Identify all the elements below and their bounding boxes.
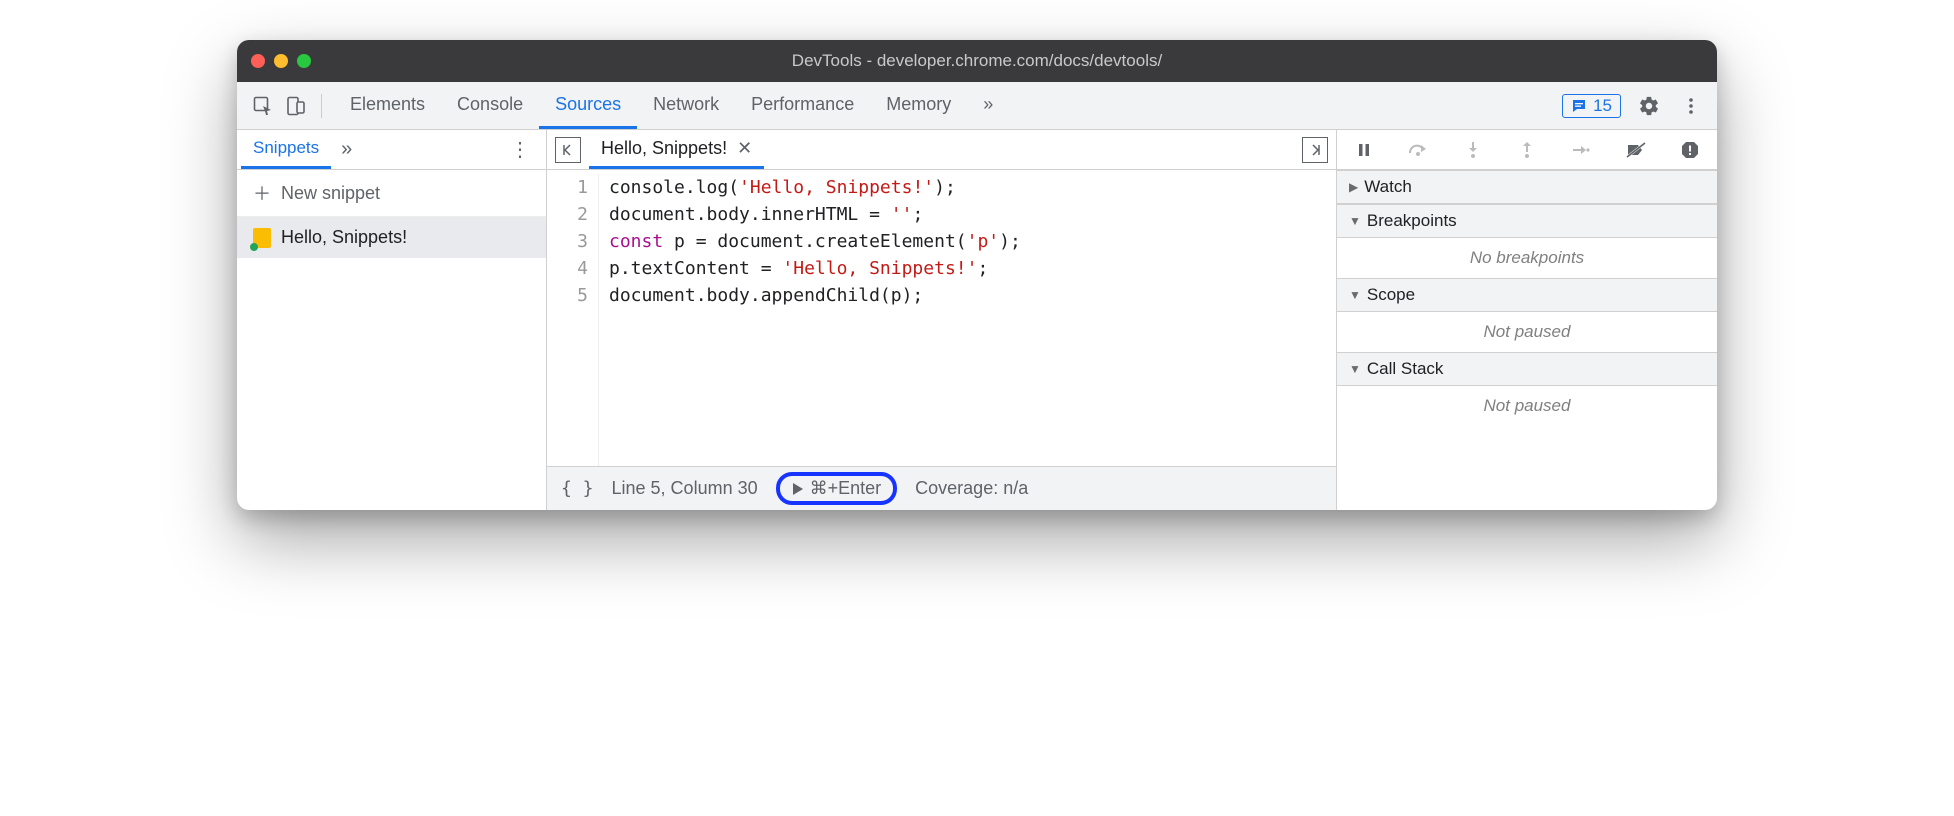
run-shortcut-label: ⌘+Enter	[810, 478, 882, 499]
settings-icon[interactable]	[1635, 92, 1663, 120]
code-content: console.log('Hello, Snippets!'); documen…	[599, 174, 1021, 466]
tab-memory[interactable]: Memory	[870, 82, 967, 129]
navigator-pane: Snippets » ⋮ ＋ New snippet Hello, Snippe…	[237, 130, 547, 510]
issues-count: 15	[1593, 96, 1612, 116]
minimize-window-icon[interactable]	[274, 54, 288, 68]
chevron-right-icon: ▶	[1349, 180, 1358, 194]
section-breakpoints[interactable]: ▼ Breakpoints	[1337, 204, 1717, 238]
run-snippet-button[interactable]: ⌘+Enter	[776, 472, 898, 505]
step-over-icon[interactable]	[1406, 138, 1430, 162]
file-tab-label: Hello, Snippets!	[601, 138, 727, 159]
navigator-more[interactable]: »	[331, 138, 362, 161]
section-title: Breakpoints	[1367, 211, 1457, 231]
close-icon[interactable]: ✕	[737, 138, 752, 159]
chat-icon	[1571, 98, 1587, 114]
traffic-lights	[251, 54, 311, 68]
step-icon[interactable]	[1569, 138, 1593, 162]
line-number: 1	[547, 174, 588, 201]
devtools-window: DevTools - developer.chrome.com/docs/dev…	[237, 40, 1717, 510]
line-number: 5	[547, 282, 588, 309]
debugger-pane: ▶ Watch ▼ Breakpoints No breakpoints ▼ S…	[1337, 130, 1717, 510]
tab-elements[interactable]: Elements	[334, 82, 441, 129]
toolbar-separator	[321, 94, 322, 118]
navigator-tabs: Snippets » ⋮	[237, 130, 546, 170]
section-scope[interactable]: ▼ Scope	[1337, 278, 1717, 312]
line-number: 3	[547, 228, 588, 255]
section-watch[interactable]: ▶ Watch	[1337, 170, 1717, 204]
debugger-toolbar	[1337, 130, 1717, 170]
deactivate-breakpoints-icon[interactable]	[1624, 138, 1648, 162]
line-number: 2	[547, 201, 588, 228]
main-area: Snippets » ⋮ ＋ New snippet Hello, Snippe…	[237, 130, 1717, 510]
callstack-body: Not paused	[1337, 386, 1717, 426]
toolbar-right: 15	[1562, 92, 1705, 120]
file-tab[interactable]: Hello, Snippets! ✕	[589, 130, 764, 169]
code-editor[interactable]: 1 2 3 4 5 console.log('Hello, Snippets!'…	[547, 170, 1336, 466]
editor-footer: { } Line 5, Column 30 ⌘+Enter Coverage: …	[547, 466, 1336, 510]
pause-icon[interactable]	[1352, 138, 1376, 162]
window-title: DevTools - developer.chrome.com/docs/dev…	[237, 51, 1717, 71]
nav-fwd-icon[interactable]	[1302, 137, 1328, 163]
cursor-position: Line 5, Column 30	[612, 478, 758, 499]
chevron-down-icon: ▼	[1349, 362, 1361, 376]
tab-sources[interactable]: Sources	[539, 82, 637, 129]
panel-tabs: Elements Console Sources Network Perform…	[334, 82, 1009, 129]
step-into-icon[interactable]	[1461, 138, 1485, 162]
nav-back-icon[interactable]	[555, 137, 581, 163]
section-title: Call Stack	[1367, 359, 1444, 379]
navigator-kebab-icon[interactable]: ⋮	[498, 137, 542, 162]
snippet-file-icon	[253, 228, 271, 248]
line-gutter: 1 2 3 4 5	[547, 174, 599, 466]
step-out-icon[interactable]	[1515, 138, 1539, 162]
issues-badge[interactable]: 15	[1562, 94, 1621, 118]
zoom-window-icon[interactable]	[297, 54, 311, 68]
section-callstack[interactable]: ▼ Call Stack	[1337, 352, 1717, 386]
tab-more[interactable]: »	[967, 82, 1009, 129]
new-snippet-label: New snippet	[281, 183, 380, 204]
tab-network[interactable]: Network	[637, 82, 735, 129]
play-icon	[792, 482, 804, 496]
kebab-menu-icon[interactable]	[1677, 92, 1705, 120]
breakpoints-body: No breakpoints	[1337, 238, 1717, 278]
tab-performance[interactable]: Performance	[735, 82, 870, 129]
editor-tabbar: Hello, Snippets! ✕	[547, 130, 1336, 170]
tab-console[interactable]: Console	[441, 82, 539, 129]
line-number: 4	[547, 255, 588, 282]
inspect-element-icon[interactable]	[249, 92, 277, 120]
chevron-down-icon: ▼	[1349, 288, 1361, 302]
chevron-down-icon: ▼	[1349, 214, 1361, 228]
editor-pane: Hello, Snippets! ✕ 1 2 3 4 5 console.log…	[547, 130, 1337, 510]
section-title: Watch	[1364, 177, 1412, 197]
new-snippet-button[interactable]: ＋ New snippet	[237, 170, 546, 217]
scope-body: Not paused	[1337, 312, 1717, 352]
section-title: Scope	[1367, 285, 1415, 305]
snippet-item-label: Hello, Snippets!	[281, 227, 407, 248]
snippet-item[interactable]: Hello, Snippets!	[237, 217, 546, 258]
coverage-label: Coverage: n/a	[915, 478, 1028, 499]
titlebar: DevTools - developer.chrome.com/docs/dev…	[237, 40, 1717, 82]
pause-on-exceptions-icon[interactable]	[1678, 138, 1702, 162]
pretty-print-button[interactable]: { }	[561, 478, 594, 499]
close-window-icon[interactable]	[251, 54, 265, 68]
tab-snippets[interactable]: Snippets	[241, 130, 331, 169]
device-toggle-icon[interactable]	[281, 92, 309, 120]
plus-icon: ＋	[253, 180, 271, 206]
main-toolbar: Elements Console Sources Network Perform…	[237, 82, 1717, 130]
